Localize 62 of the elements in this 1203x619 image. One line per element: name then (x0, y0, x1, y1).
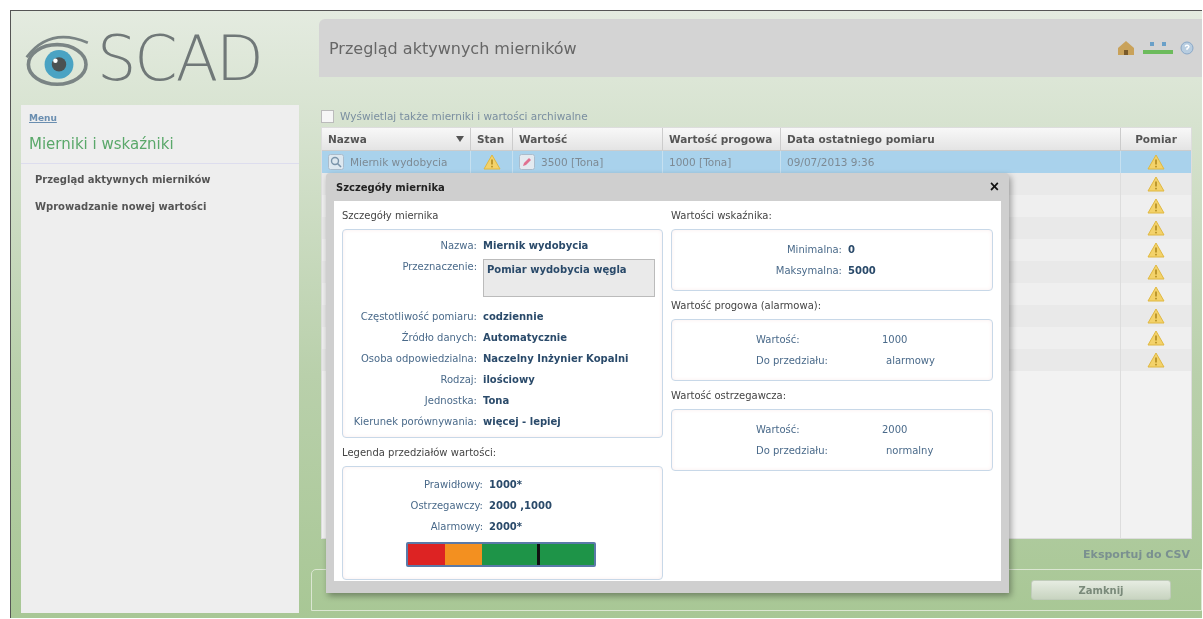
table-cell: 09/07/2013 9:36 (787, 156, 875, 168)
checkbox-label: Wyświetlaj także mierniki i wartości archiwalne (340, 110, 588, 122)
field-label: Kierunek porównywania: (352, 415, 477, 429)
section-title: Wartości wskaźnika: (671, 209, 773, 223)
field-label: Minimalna: (786, 243, 842, 257)
field-value: Tona (483, 394, 510, 408)
field-value: 2000 ,1000 (489, 499, 552, 513)
field-value: normalny (885, 444, 934, 458)
dialog-title: Szczegóły miernika (336, 181, 445, 193)
field-label: Wartość: (755, 423, 801, 437)
field-label: Wartość: (755, 333, 801, 347)
field-label: Przeznaczenie: (401, 260, 477, 274)
field-value: 5000 (848, 264, 876, 278)
field-value: Automatycznie (483, 331, 568, 345)
field-value: 0 (848, 243, 855, 257)
field-value: 2000* (489, 520, 523, 534)
field-value: 1000 (881, 333, 908, 347)
section-title: Wartość progowa (alarmowa): (671, 299, 823, 313)
field-value: codziennie (483, 310, 544, 324)
field-label: Osoba odpowiedzialna: (360, 352, 477, 366)
field-label: Do przedziału: (755, 354, 829, 368)
table-cell: 1000 [Tona] (669, 156, 732, 168)
field-value: alarmowy (885, 354, 935, 368)
field-label: Źródło danych: (400, 330, 477, 345)
home-icon[interactable] (1116, 40, 1136, 56)
field-label: Rodzaj: (439, 373, 477, 387)
field-label: Alarmowy: (429, 520, 483, 534)
table-cell: 3500 [Tona] (541, 156, 604, 168)
edit-icon[interactable] (519, 154, 535, 170)
section-title: Wartość ostrzegawcza: (671, 389, 788, 403)
column-header[interactable]: Wartość progowa (663, 128, 781, 150)
field-label: Prawidłowy: (422, 478, 483, 492)
field-value: więcej - lepiej (483, 415, 561, 429)
field-value: ilościowy (483, 373, 535, 387)
column-header[interactable]: Pomiar (1121, 128, 1191, 150)
sidebar-item[interactable]: Przegląd aktywnych mierników (35, 174, 211, 185)
field-value: 2000 (881, 423, 908, 437)
purpose-field[interactable]: Pomiar wydobycia węgla (483, 259, 655, 297)
sitemap-icon[interactable] (1142, 41, 1174, 55)
field-label: Maksymalna: (774, 264, 842, 278)
field-label: Częstotliwość pomiaru: (359, 310, 477, 324)
sidebar-heading: Mierniki i wskaźniki (21, 123, 299, 164)
field-value: Miernik wydobycia (483, 239, 589, 253)
column-header[interactable]: Stan (471, 128, 513, 150)
checkbox[interactable] (321, 109, 334, 123)
table-cell: Miernik wydobycia (350, 156, 448, 168)
field-label: Jednostka: (423, 394, 477, 408)
magnifier-icon[interactable] (328, 154, 344, 170)
field-value: Naczelny Inżynier Kopalni (483, 352, 629, 366)
page-title: Przegląd aktywnych mierników (329, 38, 577, 58)
field-label: Nazwa: (439, 239, 477, 253)
section-title: Szczegóły miernika (342, 209, 440, 223)
field-label: Ostrzegawczy: (409, 499, 483, 513)
help-icon[interactable] (1180, 41, 1194, 55)
column-header[interactable]: Nazwa (322, 128, 471, 150)
field-label: Do przedziału: (755, 444, 829, 458)
column-header[interactable]: Wartość (513, 128, 663, 150)
section-title: Legenda przedziałów wartości: (342, 446, 498, 460)
column-header[interactable]: Data ostatniego pomiaru (781, 128, 1121, 150)
field-value: 1000* (489, 478, 523, 492)
logo-text: SCAD (97, 28, 262, 90)
sidebar-item[interactable]: Wprowadzanie nowej wartości (35, 201, 207, 212)
